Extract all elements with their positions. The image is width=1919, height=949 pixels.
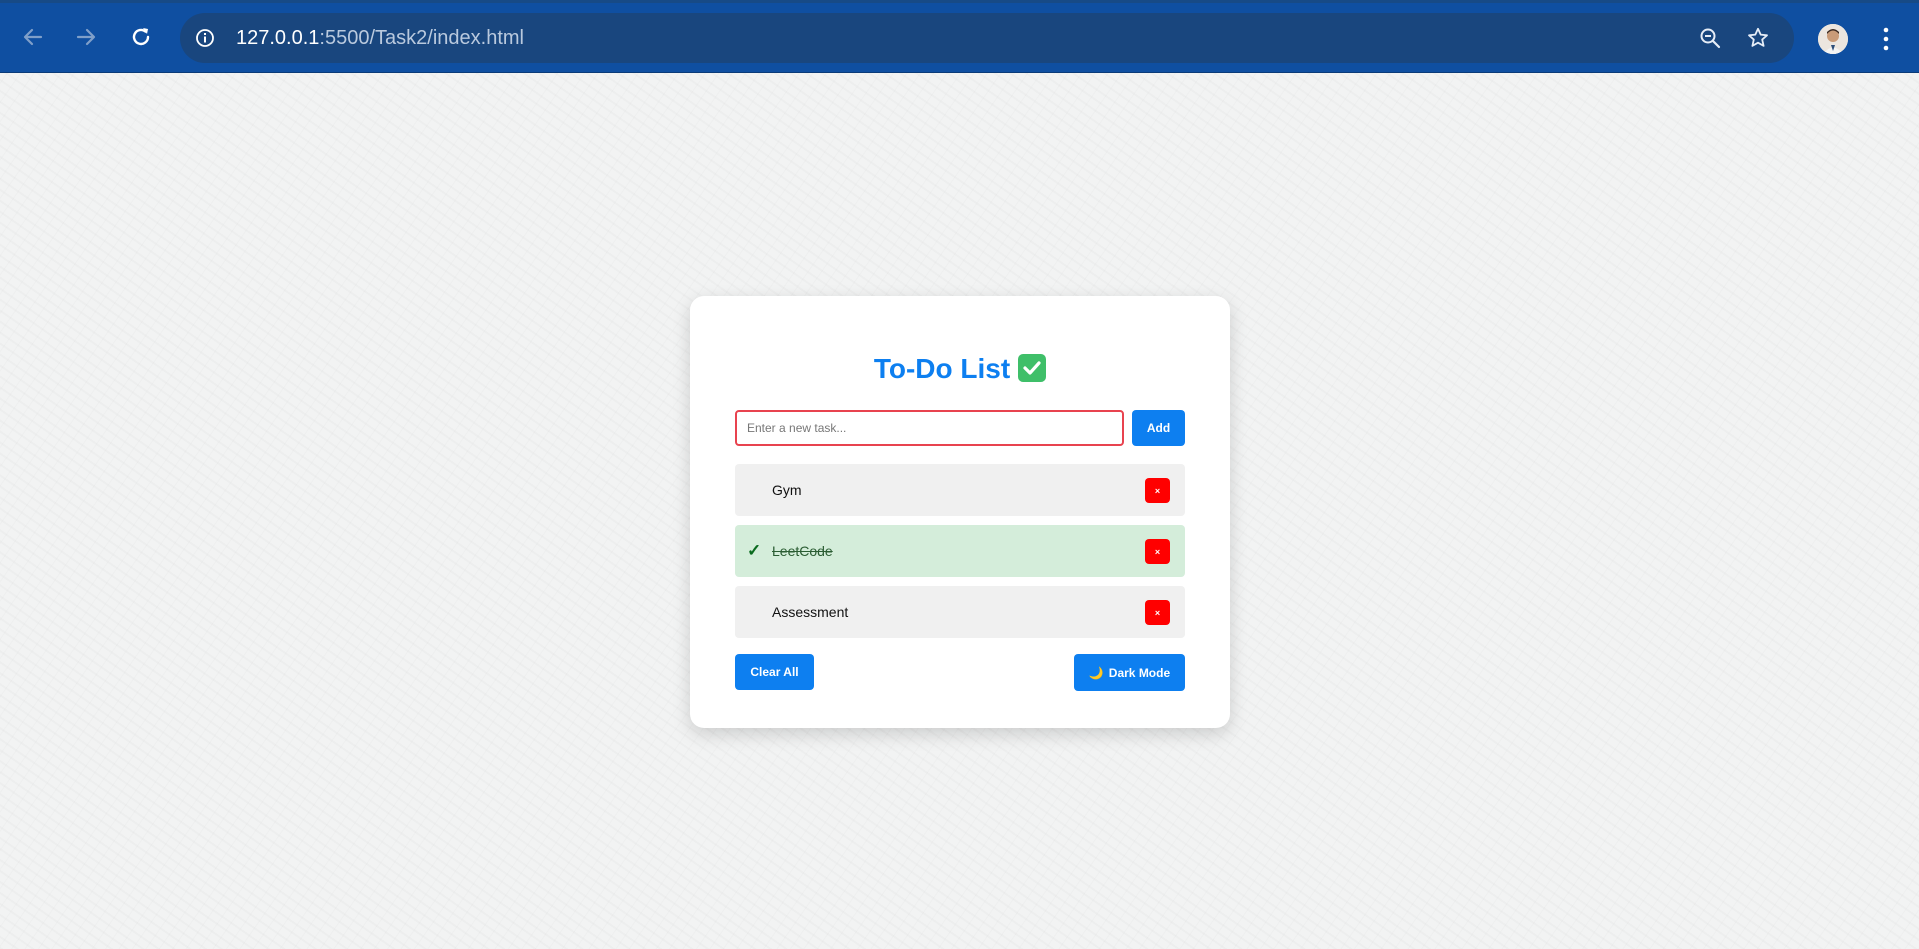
task-text: Gym (772, 482, 802, 498)
page-title: To-Do List (690, 352, 1230, 386)
back-arrow-icon[interactable] (19, 23, 47, 51)
add-task-button[interactable]: Add (1132, 410, 1185, 446)
dark-mode-label: Dark Mode (1108, 665, 1171, 680)
title-text: To-Do List (873, 353, 1011, 384)
dark-mode-button[interactable]: 🌙 Dark Mode (1074, 654, 1185, 691)
todo-card: To-Do List Add Gym × ✓ LeetCode × Assess… (690, 296, 1230, 728)
zoom-icon[interactable] (1698, 26, 1722, 50)
url-path: :5500/Task2/index.html (319, 27, 524, 49)
url-host: 127.0.0.1 (236, 27, 320, 49)
task-item-completed[interactable]: ✓ LeetCode × (735, 525, 1185, 577)
delete-task-button[interactable]: × (1145, 478, 1170, 503)
url-text[interactable]: 127.0.0.1:5500/Task2/index.html (236, 27, 524, 49)
task-text: Assessment (772, 604, 849, 620)
task-list: Gym × ✓ LeetCode × Assessment × (735, 464, 1185, 647)
new-task-input[interactable] (735, 410, 1124, 446)
forward-arrow-icon[interactable] (72, 23, 100, 51)
delete-task-button[interactable]: × (1145, 539, 1170, 564)
profile-avatar[interactable] (1818, 24, 1848, 54)
task-item[interactable]: Assessment × (735, 586, 1185, 638)
browser-toolbar: 127.0.0.1:5500/Task2/index.html (0, 0, 1919, 72)
clear-all-button[interactable]: Clear All (735, 654, 814, 690)
task-text: LeetCode (772, 543, 833, 559)
delete-task-button[interactable]: × (1145, 600, 1170, 625)
reload-icon[interactable] (127, 23, 155, 51)
check-mark-icon (1018, 354, 1047, 382)
site-info-icon[interactable] (193, 26, 217, 50)
bookmark-star-icon[interactable] (1746, 26, 1770, 50)
task-item[interactable]: Gym × (735, 464, 1185, 516)
moon-icon: 🌙 (1088, 665, 1104, 680)
more-menu-icon[interactable] (1874, 25, 1898, 53)
completed-check-icon: ✓ (747, 541, 762, 560)
address-bar[interactable]: 127.0.0.1:5500/Task2/index.html (180, 13, 1794, 63)
